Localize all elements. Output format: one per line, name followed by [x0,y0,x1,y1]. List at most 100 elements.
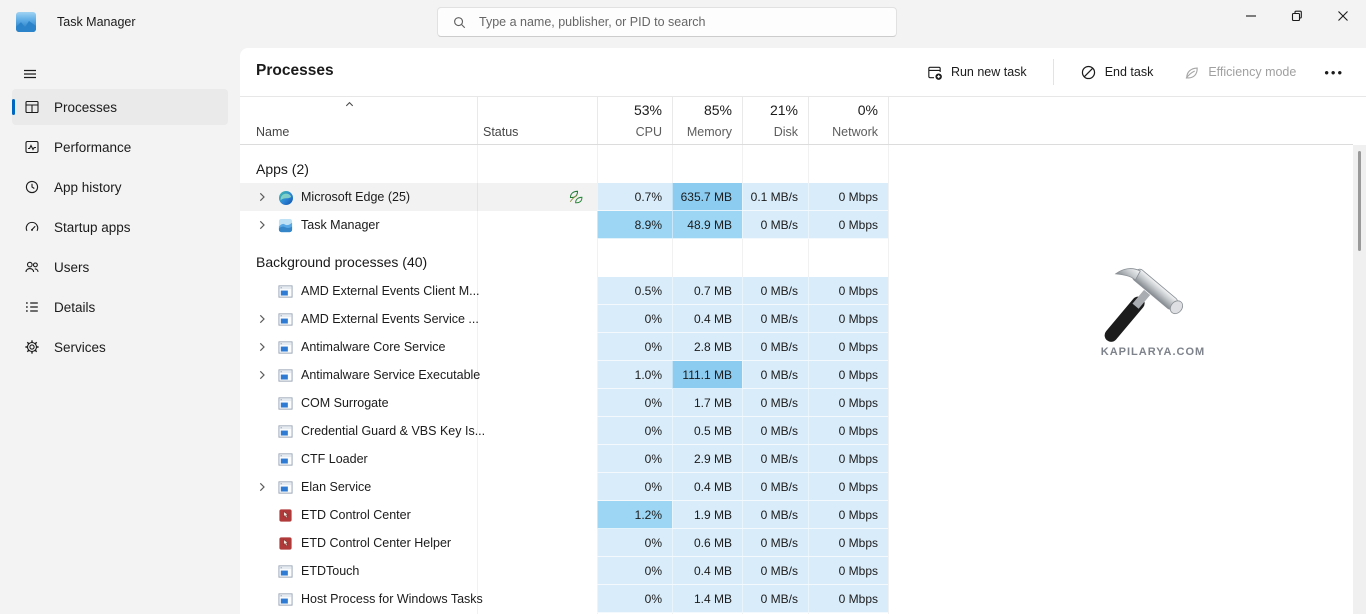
sidebar-item-performance[interactable]: Performance [12,129,228,165]
process-row[interactable]: ETD Control Center Helper0%0.6 MB0 MB/s0… [240,529,888,557]
header-separator [742,97,743,145]
sidebar-item-processes[interactable]: Processes [12,89,228,125]
cpu-value-cell: 0% [597,389,672,417]
chevron-right-icon[interactable] [256,313,268,325]
cpu-value-cell: 0% [597,305,672,333]
disk-value-cell: 0 MB/s [742,417,808,445]
cpu-total-percent: 53% [634,102,662,118]
process-row[interactable]: Credential Guard & VBS Key Is...0%0.5 MB… [240,417,888,445]
process-name: CTF Loader [301,452,368,466]
process-row[interactable]: ETD Control Center1.2%1.9 MB0 MB/s0 Mbps [240,501,888,529]
memory-value-cell: 2.9 MB [672,445,742,473]
disk-value-cell: 0 MB/s [742,557,808,585]
status-cell [477,333,597,361]
run-new-task-button[interactable]: Run new task [916,58,1037,87]
end-task-button[interactable]: End task [1070,58,1164,87]
status-cell [477,417,597,445]
sidebar-item-label: Startup apps [54,220,131,235]
disk-value-cell: 0 MB/s [742,585,808,613]
network-value-cell: 0 Mbps [808,585,888,613]
column-header-network[interactable]: 0% Network [808,97,888,145]
app-history-icon [24,179,40,195]
toolbar-separator [1053,59,1054,85]
process-row[interactable]: Antimalware Service Executable1.0%111.1 … [240,361,888,389]
efficiency-mode-label: Efficiency mode [1208,65,1296,79]
process-name: AMD External Events Service ... [301,312,479,326]
network-value-cell: 0 Mbps [808,417,888,445]
network-column-label: Network [832,125,878,139]
chevron-right-icon[interactable] [256,481,268,493]
chevron-right-icon[interactable] [256,191,268,203]
process-row[interactable]: CTF Loader0%2.9 MB0 MB/s0 Mbps [240,445,888,473]
process-row[interactable]: Task Manager8.9%48.9 MB0 MB/s0 Mbps [240,211,888,239]
process-name: Credential Guard & VBS Key Is... [301,424,485,438]
vertical-scrollbar-thumb[interactable] [1358,151,1361,251]
process-name: AMD External Events Client M... [301,284,480,298]
process-row[interactable]: ETDTouch0%0.4 MB0 MB/s0 Mbps [240,557,888,585]
chevron-right-icon[interactable] [256,219,268,231]
status-cell [477,277,597,305]
cpu-value-cell: 0% [597,529,672,557]
network-value-cell: 0 Mbps [808,361,888,389]
memory-value-cell: 0.4 MB [672,557,742,585]
efficiency-mode-button[interactable]: Efficiency mode [1173,58,1306,87]
process-row[interactable]: Microsoft Edge (25)0.7%635.7 MB0.1 MB/s0… [240,183,888,211]
table-header: Name Status 53% CPU 85% Memory 21% Disk … [240,96,1366,145]
cpu-value-cell: 0% [597,473,672,501]
memory-value-cell: 0.4 MB [672,305,742,333]
process-name-cell: Antimalware Core Service [240,333,477,361]
vertical-scrollbar-track[interactable] [1353,145,1366,614]
network-value-cell: 0 Mbps [808,501,888,529]
chevron-right-icon[interactable] [256,341,268,353]
disk-value-cell: 0 MB/s [742,445,808,473]
cpu-column-label: CPU [636,125,662,139]
status-cell [477,473,597,501]
restore-button[interactable] [1274,0,1320,31]
section-header: Apps (2) [240,155,888,183]
disk-value-cell: 0 MB/s [742,361,808,389]
search-box[interactable] [437,7,897,37]
sidebar-item-label: Services [54,340,106,355]
status-cell [477,501,597,529]
status-cell [477,389,597,417]
close-button[interactable] [1320,0,1366,31]
sidebar-item-app-history[interactable]: App history [12,169,228,205]
process-name: Host Process for Windows Tasks [301,592,483,606]
column-header-cpu[interactable]: 53% CPU [597,97,672,145]
column-header-status[interactable]: Status [477,97,597,145]
column-gridline [888,145,889,614]
more-options-button[interactable]: ••• [1316,61,1352,84]
memory-value-cell: 1.7 MB [672,389,742,417]
memory-value-cell: 0.7 MB [672,277,742,305]
column-header-disk[interactable]: 21% Disk [742,97,808,145]
column-header-memory[interactable]: 85% Memory [672,97,742,145]
sidebar-item-services[interactable]: Services [12,329,228,365]
network-value-cell: 0 Mbps [808,183,888,211]
process-row[interactable]: COM Surrogate0%1.7 MB0 MB/s0 Mbps [240,389,888,417]
sidebar-item-users[interactable]: Users [12,249,228,285]
column-header-name[interactable]: Name [240,97,477,145]
process-name: COM Surrogate [301,396,389,410]
process-row[interactable]: Elan Service0%0.4 MB0 MB/s0 Mbps [240,473,888,501]
memory-value-cell: 0.4 MB [672,473,742,501]
process-name: Antimalware Service Executable [301,368,480,382]
sidebar-item-label: Users [54,260,89,275]
process-name-cell: Task Manager [240,211,477,239]
processes-icon [24,99,40,115]
process-name-cell: ETD Control Center Helper [240,529,477,557]
process-name-cell: AMD External Events Service ... [240,305,477,333]
process-row[interactable]: Antimalware Core Service0%2.8 MB0 MB/s0 … [240,333,888,361]
minimize-button[interactable] [1228,0,1274,31]
sidebar-item-label: Performance [54,140,131,155]
sidebar-item-startup-apps[interactable]: Startup apps [12,209,228,245]
process-row[interactable]: AMD External Events Client M...0.5%0.7 M… [240,277,888,305]
process-row[interactable]: AMD External Events Service ...0%0.4 MB0… [240,305,888,333]
status-cell [477,183,597,211]
process-row[interactable]: Host Process for Windows Tasks0%1.4 MB0 … [240,585,888,613]
end-task-label: End task [1105,65,1154,79]
sidebar-item-details[interactable]: Details [12,289,228,325]
disk-value-cell: 0 MB/s [742,211,808,239]
search-input[interactable] [479,15,896,29]
chevron-right-icon[interactable] [256,369,268,381]
hamburger-menu-button[interactable] [12,56,48,92]
